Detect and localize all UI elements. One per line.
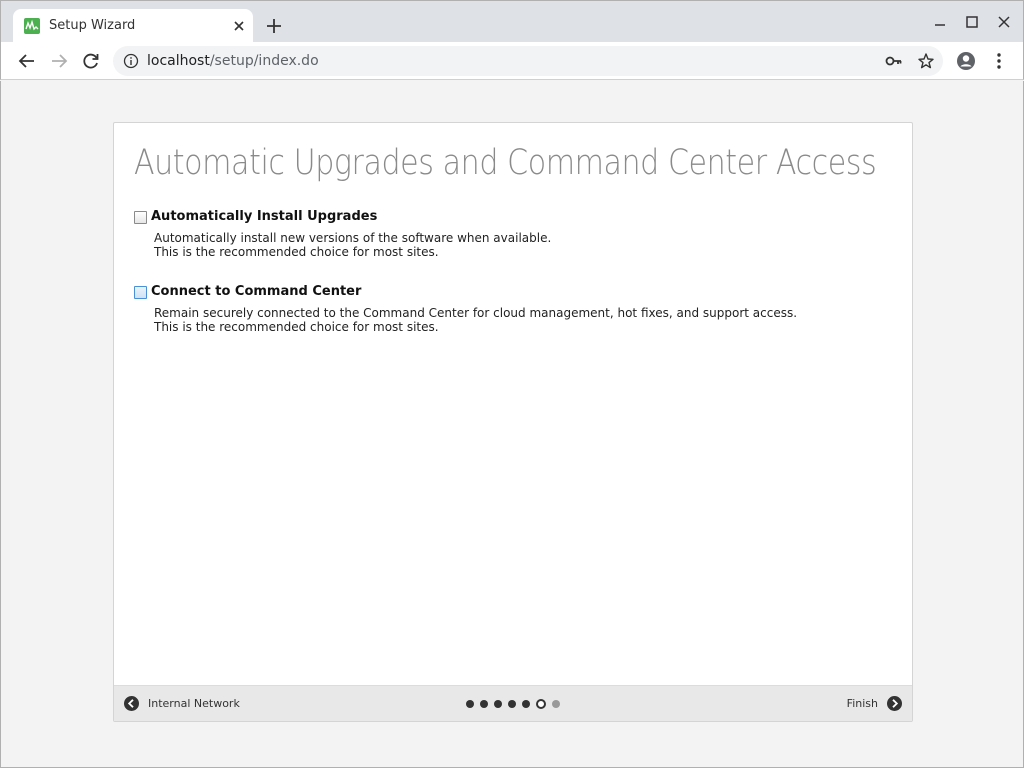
auto-upgrades-checkbox[interactable]	[134, 211, 147, 224]
more-vert-icon[interactable]	[989, 51, 1009, 71]
setup-wizard-panel: Automatic Upgrades and Command Center Ac…	[113, 122, 913, 722]
circle-arrow-right-icon	[887, 696, 902, 711]
step-dot	[480, 700, 488, 708]
circle-arrow-left-icon	[124, 696, 139, 711]
account-circle-icon[interactable]	[956, 51, 976, 71]
step-dot	[494, 700, 502, 708]
browser-toolbar: localhost/setup/index.do	[0, 42, 1024, 80]
finish-label: Finish	[846, 697, 878, 710]
auto-upgrades-desc-line2: This is the recommended choice for most …	[154, 245, 439, 259]
auto-upgrades-label[interactable]: Automatically Install Upgrades	[151, 209, 377, 224]
minimize-icon[interactable]	[931, 13, 949, 31]
finish-button[interactable]: Finish	[832, 696, 902, 712]
key-icon[interactable]	[885, 53, 903, 69]
window-close-icon[interactable]	[995, 13, 1013, 31]
step-dot	[508, 700, 516, 708]
tab-title: Setup Wizard	[49, 18, 136, 33]
maximize-icon[interactable]	[963, 13, 981, 31]
auto-upgrades-description: Automatically install new versions of th…	[154, 231, 551, 259]
plus-icon[interactable]	[263, 15, 285, 37]
info-icon[interactable]	[123, 53, 139, 69]
address-bar[interactable]: localhost/setup/index.do	[113, 46, 943, 76]
close-icon[interactable]	[231, 18, 247, 34]
command-center-checkbox[interactable]	[134, 286, 147, 299]
reload-icon[interactable]	[81, 51, 101, 71]
step-dot	[466, 700, 474, 708]
step-dot-current	[536, 699, 546, 709]
forward-arrow-icon[interactable]	[49, 51, 69, 71]
back-arrow-icon[interactable]	[17, 51, 37, 71]
url-text: localhost/setup/index.do	[147, 53, 319, 69]
step-dot-future	[552, 700, 560, 708]
auto-upgrades-desc-line1: Automatically install new versions of th…	[154, 231, 552, 245]
wizard-footer: Internal Network Finish	[114, 685, 912, 721]
browser-tab[interactable]: Setup Wizard	[13, 9, 253, 43]
browser-titlebar: Setup Wizard	[0, 0, 1024, 43]
command-center-desc-line2: This is the recommended choice for most …	[154, 320, 439, 334]
page-viewport: Automatic Upgrades and Command Center Ac…	[0, 81, 1024, 768]
command-center-label[interactable]: Connect to Command Center	[151, 284, 361, 299]
step-dot	[522, 700, 530, 708]
command-center-desc-line1: Remain securely connected to the Command…	[154, 306, 798, 320]
page-title: Automatic Upgrades and Command Center Ac…	[134, 143, 877, 183]
app-favicon-icon	[24, 18, 40, 34]
previous-step-label: Internal Network	[148, 697, 240, 710]
command-center-description: Remain securely connected to the Command…	[154, 306, 797, 334]
star-icon[interactable]	[917, 52, 935, 70]
